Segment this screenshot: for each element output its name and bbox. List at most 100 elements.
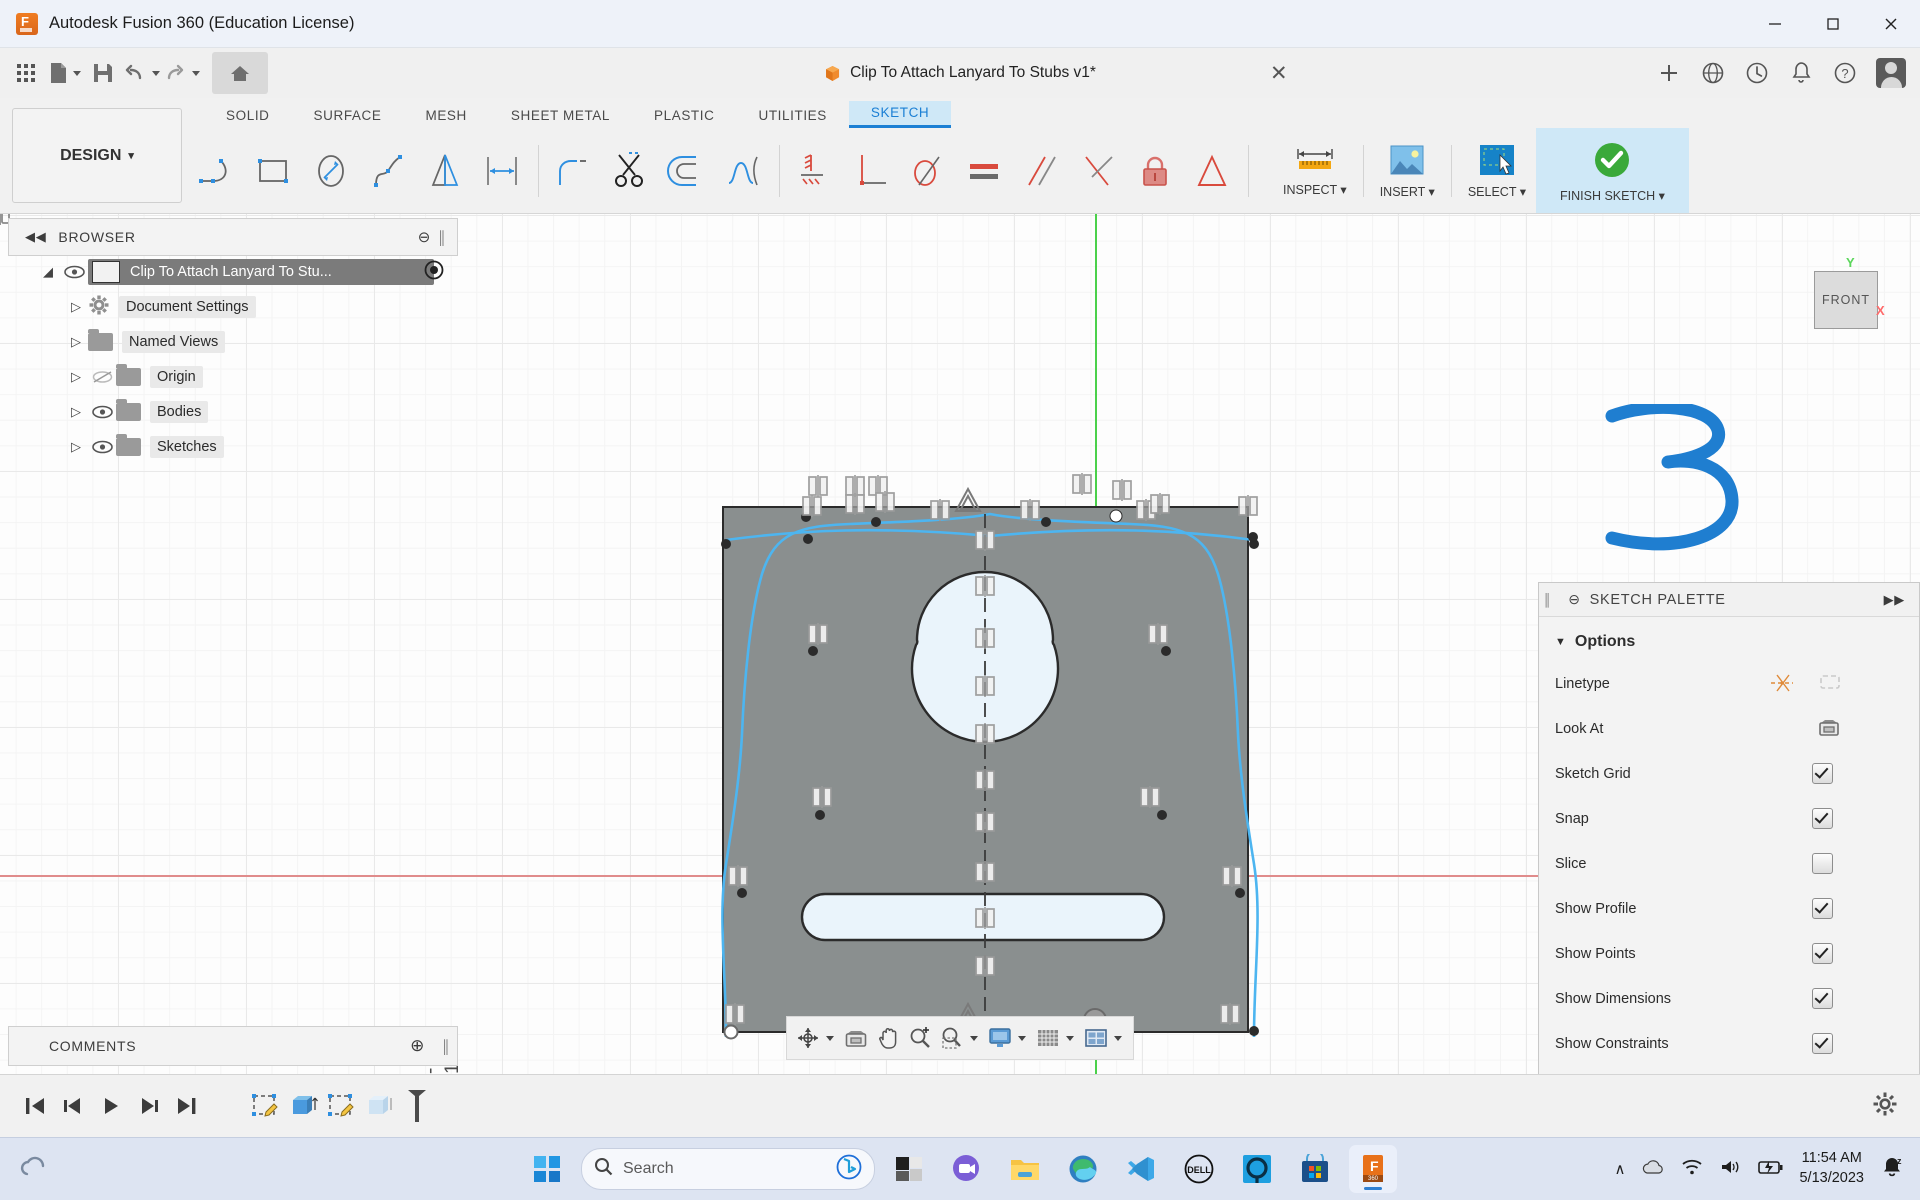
look-at-icon[interactable] (1817, 716, 1841, 742)
construction-linetype-icon[interactable] (1769, 671, 1795, 697)
snap-checkbox[interactable] (1812, 808, 1833, 829)
taskbar-fusion360[interactable]: F 360 (1349, 1145, 1397, 1193)
browser-item-bodies[interactable]: ▷ Bodies (8, 394, 456, 429)
browser-item-origin[interactable]: ▷ Origin (8, 359, 456, 394)
show-profile-checkbox[interactable] (1812, 898, 1833, 919)
slice-checkbox[interactable] (1812, 853, 1833, 874)
zoom-window-icon[interactable] (937, 1022, 967, 1054)
new-document-caret-icon[interactable] (73, 70, 81, 76)
sketch-grid-checkbox[interactable] (1812, 763, 1833, 784)
show-points-checkbox[interactable] (1812, 943, 1833, 964)
taskbar-start[interactable] (523, 1145, 571, 1193)
user-avatar[interactable] (1876, 58, 1906, 88)
browser-root-selected[interactable]: Clip To Attach Lanyard To Stu... (88, 258, 434, 285)
taskbar-vscode[interactable] (1117, 1145, 1165, 1193)
undo-caret-icon[interactable] (152, 70, 160, 76)
onedrive-cloud-icon[interactable] (1641, 1158, 1665, 1181)
taskbar-dell[interactable]: DELL (1175, 1145, 1223, 1193)
browser-item-sketches[interactable]: ▷ Sketches (8, 429, 456, 464)
dimension-tool[interactable] (475, 139, 532, 203)
trim-tool[interactable] (602, 139, 659, 203)
skip-to-end-icon[interactable] (168, 1087, 206, 1125)
palette-row-show-profile[interactable]: Show Profile (1539, 886, 1919, 931)
wifi-icon[interactable] (1681, 1158, 1703, 1181)
visibility-eye-icon[interactable] (60, 265, 88, 279)
volume-icon[interactable] (1719, 1158, 1741, 1181)
palette-row-show-dimensions[interactable]: Show Dimensions (1539, 976, 1919, 1021)
palette-row-slice[interactable]: Slice (1539, 841, 1919, 886)
workspace-selector[interactable]: DESIGN ▾ (12, 108, 182, 203)
timeline-marker-icon[interactable] (398, 1087, 436, 1125)
recent-activity-icon[interactable] (1744, 60, 1770, 86)
expand-arrow-icon[interactable]: ▷ (64, 334, 88, 350)
sketch2-feature-icon[interactable] (322, 1087, 360, 1125)
visibility-eye-off-icon[interactable] (88, 370, 116, 384)
comments-add-icon[interactable]: ⊕ (410, 1036, 425, 1056)
notifications-icon[interactable] (1788, 60, 1814, 86)
select-button[interactable]: SELECT ▾ (1458, 131, 1536, 211)
tray-chevron-icon[interactable]: ∧ (1615, 1160, 1626, 1178)
step-forward-icon[interactable] (130, 1087, 168, 1125)
pan-icon[interactable] (873, 1022, 903, 1054)
visibility-eye-icon[interactable] (88, 405, 116, 419)
expand-arrow-icon[interactable]: ▷ (64, 439, 88, 455)
symmetry-constraint[interactable] (1185, 139, 1242, 203)
expand-arrow-icon[interactable]: ▷ (64, 404, 88, 420)
centerline-linetype-icon[interactable] (1817, 671, 1843, 697)
zoom-caret-icon[interactable] (970, 1035, 978, 1041)
apps-grid-icon[interactable] (10, 53, 44, 93)
horizontal-vertical-constraint[interactable] (786, 139, 843, 203)
browser-item-root[interactable]: ◢ Clip To Attach Lanyard To Stu... (8, 254, 456, 289)
taskbar-weather-widget[interactable] (14, 1149, 54, 1189)
line-tool[interactable] (190, 139, 247, 203)
visibility-eye-icon[interactable] (88, 440, 116, 454)
midpoint-constraint[interactable] (1071, 139, 1128, 203)
taskbar-widgets[interactable] (885, 1145, 933, 1193)
extrude-feature-icon[interactable] (284, 1087, 322, 1125)
palette-row-show-projected-geometries[interactable]: Show Projected Geometries (1539, 1066, 1919, 1074)
palette-collapse-icon[interactable]: ▶▶ (1884, 592, 1905, 608)
insert-button[interactable]: INSERT ▾ (1370, 131, 1445, 211)
redo-icon[interactable] (164, 53, 200, 93)
show-dimensions-checkbox[interactable] (1812, 988, 1833, 1009)
viewports-icon[interactable] (1081, 1022, 1111, 1054)
extrude2-feature-icon[interactable] (360, 1087, 398, 1125)
help-icon[interactable]: ? (1832, 60, 1858, 86)
palette-row-sketch-grid[interactable]: Sketch Grid (1539, 751, 1919, 796)
orbit-icon[interactable] (793, 1022, 823, 1054)
show-constraints-checkbox[interactable] (1812, 1033, 1833, 1054)
view-cube[interactable]: Y FRONT X (1806, 255, 1885, 329)
perpendicular-constraint[interactable] (843, 139, 900, 203)
expand-arrow-icon[interactable]: ◢ (36, 264, 60, 280)
palette-row-show-constraints[interactable]: Show Constraints (1539, 1021, 1919, 1066)
notification-bell-icon[interactable]: z (1880, 1155, 1904, 1184)
grid-settings-icon[interactable] (1033, 1022, 1063, 1054)
undo-icon[interactable] (124, 53, 160, 93)
curvature-tool[interactable] (716, 139, 773, 203)
display-caret-icon[interactable] (1018, 1035, 1026, 1041)
new-document-icon[interactable] (48, 53, 82, 93)
finish-sketch-button[interactable]: FINISH SKETCH ▾ (1536, 128, 1689, 213)
battery-charging-icon[interactable] (1757, 1158, 1783, 1181)
spline-tool[interactable] (361, 139, 418, 203)
options-section-header[interactable]: ▼ Options (1539, 627, 1919, 661)
tab-utilities[interactable]: UTILITIES (736, 104, 848, 128)
minimize-button[interactable] (1746, 0, 1804, 47)
tab-sheet-metal[interactable]: SHEET METAL (489, 104, 632, 128)
taskbar-microsoft-store[interactable] (1291, 1145, 1339, 1193)
tab-plastic[interactable]: PLASTIC (632, 104, 736, 128)
palette-row-show-points[interactable]: Show Points (1539, 931, 1919, 976)
skip-to-start-icon[interactable] (16, 1087, 54, 1125)
redo-caret-icon[interactable] (192, 70, 200, 76)
view-cube-face[interactable]: FRONT (1814, 271, 1878, 329)
play-icon[interactable] (92, 1087, 130, 1125)
add-document-icon[interactable] (1656, 60, 1682, 86)
zoom-icon[interactable] (905, 1022, 935, 1054)
expand-arrow-icon[interactable]: ▷ (64, 369, 88, 385)
palette-row-snap[interactable]: Snap (1539, 796, 1919, 841)
circle-tool[interactable] (304, 139, 361, 203)
save-icon[interactable] (86, 53, 120, 93)
close-button[interactable] (1862, 0, 1920, 47)
tab-surface[interactable]: SURFACE (292, 104, 404, 128)
offset-tool[interactable] (659, 139, 716, 203)
